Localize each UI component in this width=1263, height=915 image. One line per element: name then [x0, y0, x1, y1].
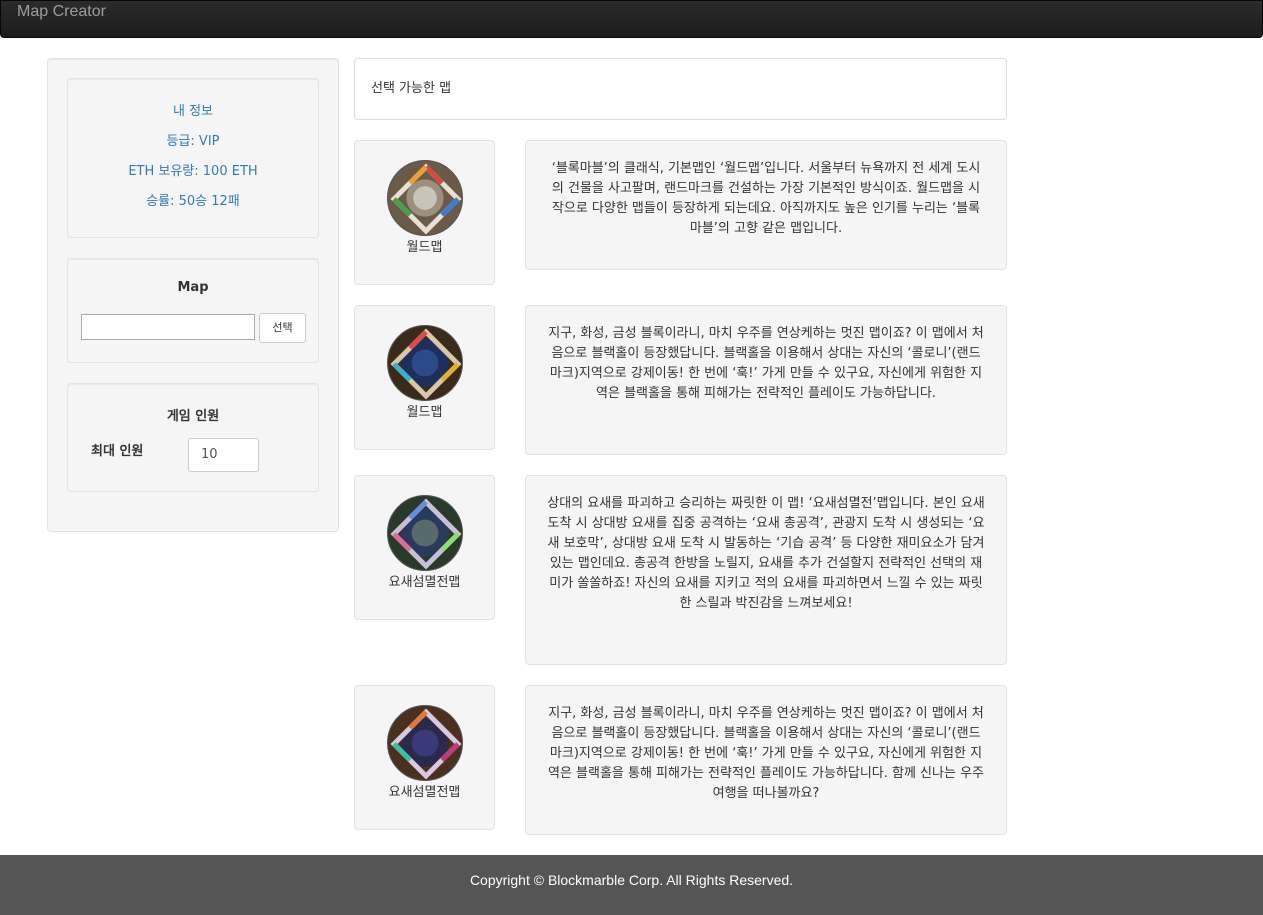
world-map-thumbnail[interactable] [387, 325, 463, 401]
profile-panel: 내 정보 등급: VIP ETH 보유량: 100 ETH 승률: 50승 12… [67, 78, 319, 238]
map-input[interactable] [81, 314, 255, 340]
map-panel-heading: Map [177, 280, 209, 295]
map-name: 요새섬멸전맵 [388, 785, 461, 800]
profile-grade: 등급: VIP [166, 134, 220, 149]
available-maps-title: 선택 가능한 맵 [371, 81, 452, 96]
profile-eth-balance: ETH 보유량: 100 ETH [128, 164, 258, 179]
map-description: 지구, 화성, 금성 블록이라니, 마치 우주를 연상케하는 멋진 맵이죠? 이… [525, 685, 1007, 835]
max-players-input[interactable]: 10 [188, 438, 259, 472]
map-description: 지구, 화성, 금성 블록이라니, 마치 우주를 연상케하는 멋진 맵이죠? 이… [525, 305, 1007, 455]
players-panel-heading: 게임 인원 [166, 409, 220, 424]
map-select-panel: Map 선택 [67, 258, 319, 363]
map-name: 월드맵 [406, 240, 443, 255]
map-name: 요새섬멸전맵 [388, 575, 461, 590]
footer: Copyright © Blockmarble Corp. All Rights… [0, 855, 1263, 915]
map-board-icon [390, 498, 462, 570]
map-board-icon [390, 163, 462, 235]
navbar-brand[interactable]: Map Creator [17, 3, 106, 21]
map-description: ‘블록마블’의 클래식, 기본맵인 ‘월드맵’입니다. 서울부터 뉴욕까지 전 … [525, 140, 1007, 270]
fortress-map-thumbnail[interactable] [387, 495, 463, 571]
profile-win-record: 승률: 50승 12패 [146, 194, 240, 209]
footer-copyright: Copyright © Blockmarble Corp. All Rights… [469, 872, 794, 888]
map-board-icon [390, 708, 462, 780]
max-players-label: 최대 인원 [91, 444, 144, 459]
available-maps-header: 선택 가능한 맵 [354, 58, 1007, 120]
players-panel: 게임 인원 최대 인원 10 [67, 383, 319, 492]
world-map-thumbnail[interactable] [387, 160, 463, 236]
map-board-icon [390, 328, 462, 400]
map-card-thumb[interactable]: 요새섬멸전맵 [354, 685, 495, 830]
fortress-map-thumbnail[interactable] [387, 705, 463, 781]
navbar: Map Creator [0, 0, 1263, 38]
profile-title: 내 정보 [172, 104, 213, 119]
map-select-button[interactable]: 선택 [259, 313, 306, 343]
map-card-thumb[interactable]: 월드맵 [354, 140, 495, 285]
map-description: 상대의 요새를 파괴하고 승리하는 짜릿한 이 맵! ‘요새섬멸전’맵입니다. … [525, 475, 1007, 665]
map-name: 월드맵 [406, 405, 443, 420]
map-card-thumb[interactable]: 월드맵 [354, 305, 495, 450]
map-card-thumb[interactable]: 요새섬멸전맵 [354, 475, 495, 620]
